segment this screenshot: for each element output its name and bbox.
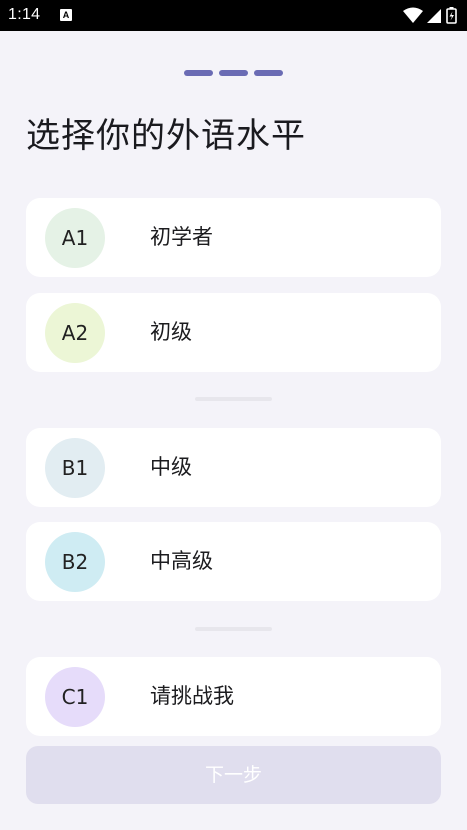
level-option-c1[interactable]: C1 请挑战我 bbox=[26, 657, 441, 736]
level-badge: A2 bbox=[45, 303, 105, 363]
progress-step-2 bbox=[219, 70, 248, 76]
level-option-a2[interactable]: A2 初级 bbox=[26, 293, 441, 372]
wifi-icon bbox=[403, 7, 423, 23]
level-label: 初级 bbox=[150, 320, 192, 344]
level-option-b2[interactable]: B2 中高级 bbox=[26, 522, 441, 601]
level-badge: C1 bbox=[45, 667, 105, 727]
notification-a-icon: A bbox=[60, 9, 72, 21]
level-badge: A1 bbox=[45, 208, 105, 268]
level-option-b1[interactable]: B1 中级 bbox=[26, 428, 441, 507]
status-time: 1:14 bbox=[8, 6, 41, 23]
page-title: 选择你的外语水平 bbox=[26, 116, 306, 156]
status-bar: 1:14 A bbox=[0, 0, 467, 31]
level-label: 中级 bbox=[150, 455, 192, 479]
group-divider bbox=[195, 627, 272, 631]
step-progress bbox=[184, 70, 284, 76]
progress-step-3 bbox=[254, 70, 283, 76]
battery-icon bbox=[446, 7, 457, 24]
group-divider bbox=[195, 397, 272, 401]
level-badge: B2 bbox=[45, 532, 105, 592]
level-option-a1[interactable]: A1 初学者 bbox=[26, 198, 441, 277]
next-button[interactable]: 下一步 bbox=[26, 746, 441, 804]
level-label: 请挑战我 bbox=[150, 684, 234, 708]
level-label: 初学者 bbox=[150, 225, 213, 249]
level-badge: B1 bbox=[45, 438, 105, 498]
status-icons bbox=[403, 6, 459, 24]
progress-step-1 bbox=[184, 70, 213, 76]
level-label: 中高级 bbox=[150, 549, 213, 573]
signal-icon bbox=[427, 9, 441, 23]
